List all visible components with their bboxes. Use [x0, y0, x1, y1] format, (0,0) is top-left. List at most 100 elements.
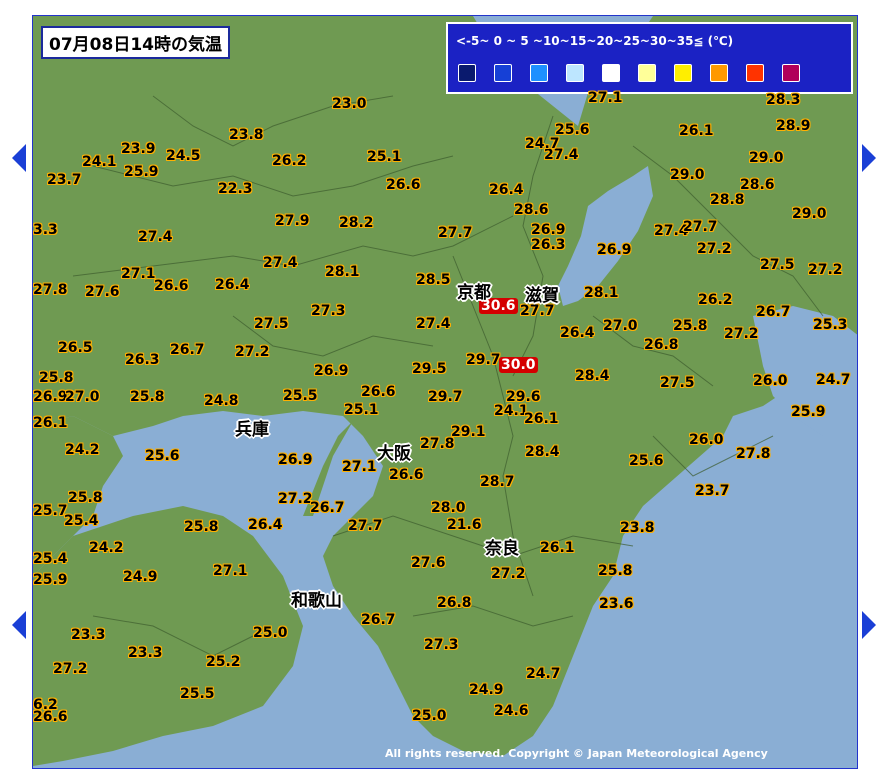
temperature-reading: 23.8	[229, 127, 264, 143]
temperature-reading: 27.3	[424, 637, 459, 653]
temperature-reading: 26.0	[753, 373, 788, 389]
copyright-notice: All rights reserved. Copyright © Japan M…	[385, 747, 768, 760]
legend-swatch	[746, 64, 764, 82]
prefecture-label: 和歌山	[291, 591, 342, 611]
temperature-reading: 28.9	[776, 118, 811, 134]
temperature-reading: 26.1	[33, 415, 68, 431]
temperature-reading: 28.2	[339, 215, 374, 231]
pan-right-arrow-lower[interactable]	[862, 611, 876, 639]
temperature-reading: 28.0	[431, 500, 466, 516]
temperature-reading: 26.0	[689, 432, 724, 448]
temperature-reading: 23.8	[620, 520, 655, 536]
temperature-reading: 25.6	[555, 122, 590, 138]
temperature-reading: 25.4	[33, 551, 68, 567]
temperature-reading: 27.7	[348, 518, 383, 534]
temperature-reading: 28.7	[480, 474, 515, 490]
temperature-reading: 29.1	[451, 424, 486, 440]
temperature-reading: 26.6	[361, 384, 396, 400]
temperature-reading: 27.2	[278, 491, 313, 507]
pan-left-arrow-lower[interactable]	[12, 611, 26, 639]
temperature-reading: 25.0	[253, 625, 288, 641]
temperature-reading: 29.0	[749, 150, 784, 166]
prefecture-label: 奈良	[485, 539, 519, 559]
temperature-reading: 26.4	[560, 325, 595, 341]
temperature-reading: 25.0	[412, 708, 447, 724]
temperature-reading: 27.4	[138, 229, 173, 245]
temperature-reading: 29.7	[428, 389, 463, 405]
temperature-reading: 25.9	[791, 404, 826, 420]
legend-swatch	[674, 64, 692, 82]
legend-swatch	[602, 64, 620, 82]
temperature-reading: 26.9	[278, 452, 313, 468]
temperature-reading: 25.8	[130, 389, 165, 405]
temperature-reading: 29.6	[506, 389, 541, 405]
temperature-reading: 27.2	[235, 344, 270, 360]
temperature-reading: 26.4	[248, 517, 283, 533]
temperature-reading: 28.6	[740, 177, 775, 193]
temperature-reading: 27.8	[736, 446, 771, 462]
temperature-reading: 26.6	[386, 177, 421, 193]
temperature-reading: 25.5	[180, 686, 215, 702]
temperature-reading: 24.5	[166, 148, 201, 164]
temperature-reading: 23.6	[599, 596, 634, 612]
pan-left-arrow-upper[interactable]	[12, 144, 26, 172]
temperature-reading: 29.0	[792, 206, 827, 222]
temperature-reading: 27.2	[808, 262, 843, 278]
temperature-reading: 27.2	[53, 661, 88, 677]
temperature-reading: 27.6	[411, 555, 446, 571]
legend-swatch	[710, 64, 728, 82]
temperature-reading: 26.9	[597, 242, 632, 258]
temperature-reading: 29.5	[412, 361, 447, 377]
temperature-reading: 25.8	[598, 563, 633, 579]
temperature-reading: 25.1	[367, 149, 402, 165]
temperature-reading: 26.4	[489, 182, 524, 198]
temperature-reading: 25.1	[344, 402, 379, 418]
temperature-reading: 27.9	[275, 213, 310, 229]
temperature-reading: 27.4	[263, 255, 298, 271]
temperature-reading: 27.3	[311, 303, 346, 319]
temperature-reading: 27.5	[760, 257, 795, 273]
temperature-reading: 28.1	[584, 285, 619, 301]
temperature-reading: 27.5	[254, 316, 289, 332]
temperature-reading: 23.3	[71, 627, 106, 643]
legend-labels: <-5~ 0 ~ 5 ~10~15~20~25~30~35≦ (℃)	[456, 34, 734, 48]
temperature-reading: 23.7	[695, 483, 730, 499]
temperature-reading: 26.6	[389, 467, 424, 483]
pan-right-arrow-upper[interactable]	[862, 144, 876, 172]
temperature-reading: 29.0	[670, 167, 705, 183]
temperature-reading: 27.2	[491, 566, 526, 582]
temperature-reading: 28.6	[514, 202, 549, 218]
temperature-reading: 26.2	[698, 292, 733, 308]
temperature-reading: 29.7	[466, 352, 501, 368]
temperature-reading: 25.5	[283, 388, 318, 404]
temperature-reading: 27.4	[416, 316, 451, 332]
temperature-reading: 25.2	[206, 654, 241, 670]
temperature-reading: 25.8	[673, 318, 708, 334]
temperature-reading: 26.2	[272, 153, 307, 169]
temperature-reading: 28.4	[525, 444, 560, 460]
temperature-reading: 3.3	[33, 222, 58, 238]
temperature-reading: 27.8	[420, 436, 455, 452]
temperature-legend: <-5~ 0 ~ 5 ~10~15~20~25~30~35≦ (℃)	[446, 22, 853, 94]
temperature-reading: 26.8	[437, 595, 472, 611]
temperature-reading: 26.1	[524, 411, 559, 427]
temperature-reading: 26.1	[679, 123, 714, 139]
temperature-reading: 25.6	[629, 453, 664, 469]
temperature-reading: 24.7	[526, 666, 561, 682]
temperature-reading: 24.2	[65, 442, 100, 458]
temperature-reading: 24.8	[204, 393, 239, 409]
temperature-reading: 24.7	[525, 136, 560, 152]
temperature-reading: 25.9	[124, 164, 159, 180]
temperature-reading: 26.1	[540, 540, 575, 556]
temperature-reading: 25.8	[68, 490, 103, 506]
prefecture-label: 大阪	[377, 444, 411, 464]
temperature-reading: 25.4	[64, 513, 99, 529]
temperature-reading: 27.5	[660, 375, 695, 391]
temperature-reading: 28.1	[325, 264, 360, 280]
temperature-reading: 26.9	[33, 389, 68, 405]
temperature-reading: 25.6	[145, 448, 180, 464]
temperature-reading: 27.1	[121, 266, 156, 282]
temperature-reading: 25.8	[39, 370, 74, 386]
weather-map: 07月08日14時の気温 <-5~ 0 ~ 5 ~10~15~20~25~30~…	[32, 15, 858, 769]
legend-swatch	[566, 64, 584, 82]
